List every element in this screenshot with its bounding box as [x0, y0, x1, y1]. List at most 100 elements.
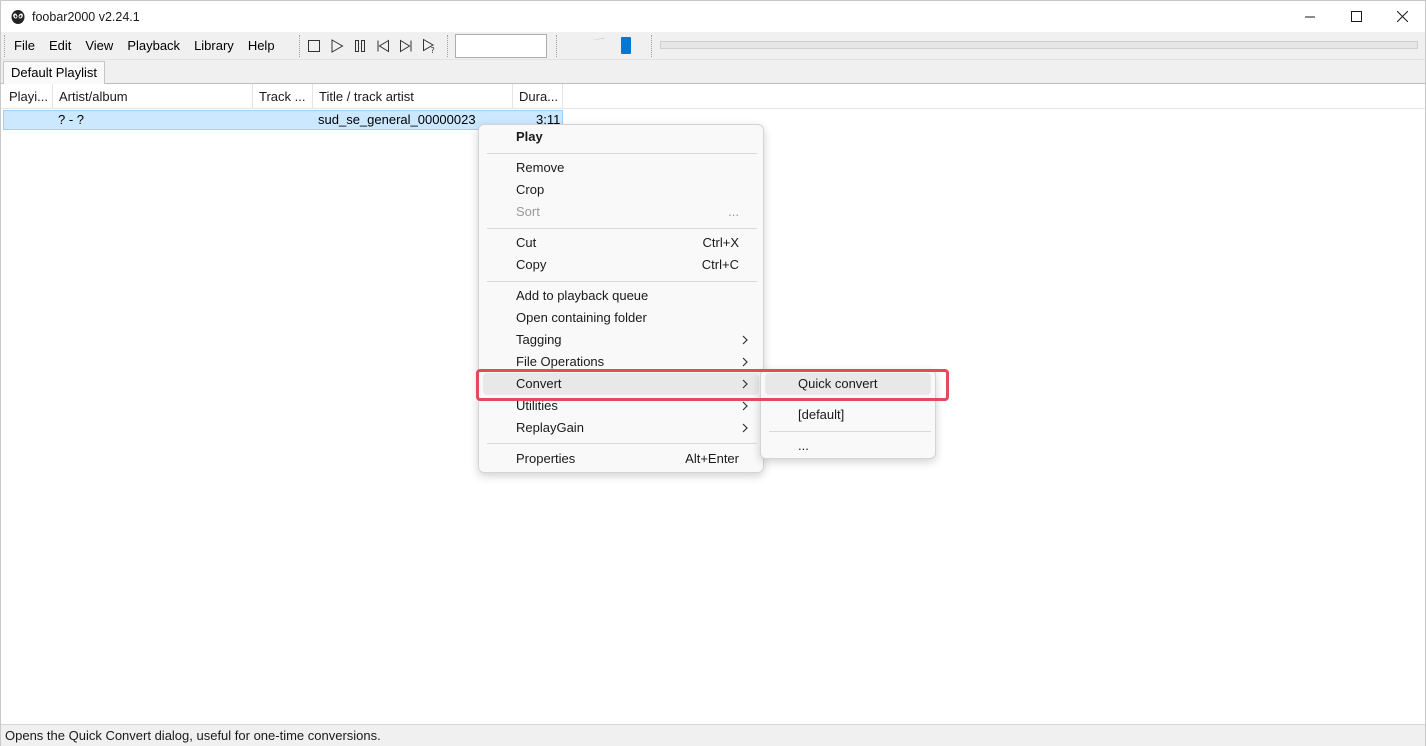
playback-order-dropdown[interactable]: [455, 34, 547, 58]
status-text: Opens the Quick Convert dialog, useful f…: [5, 728, 381, 743]
context-menu: Play Remove Crop Sort... Cut Ctrl+X Copy C…: [478, 124, 764, 473]
pause-icon: [355, 40, 365, 52]
menu-item-label: Convert: [516, 376, 562, 391]
foobar-alien-icon: [11, 9, 25, 24]
menubar-grip[interactable]: [4, 35, 6, 57]
tab-default-playlist[interactable]: Default Playlist: [3, 61, 105, 84]
menu-separator: [487, 281, 757, 282]
cell-track: [254, 111, 310, 129]
menu-item-properties[interactable]: Properties Alt+Enter: [483, 448, 759, 470]
seekbar-grip[interactable]: [651, 35, 653, 57]
chevron-right-icon: [742, 401, 748, 411]
menu-file[interactable]: File: [7, 32, 42, 60]
window-controls: [1287, 1, 1425, 32]
cell-artist-album: ? - ?: [58, 112, 85, 127]
menu-item-label: Copy: [516, 257, 547, 272]
status-bar: Opens the Quick Convert dialog, useful f…: [1, 724, 1425, 746]
play-button[interactable]: [329, 38, 345, 54]
column-artist-album[interactable]: Artist/album: [53, 84, 253, 109]
maximize-button[interactable]: [1333, 1, 1379, 32]
column-title[interactable]: Title / track artist: [313, 84, 513, 109]
menu-item-copy[interactable]: Copy Ctrl+C: [483, 254, 759, 276]
menu-item-label: Remove: [516, 160, 565, 175]
random-button[interactable]: ?: [422, 38, 438, 54]
menu-item-quick-convert[interactable]: Quick convert: [765, 373, 931, 395]
menu-playback[interactable]: Playback: [120, 32, 187, 60]
volume-grip[interactable]: [556, 35, 558, 57]
volume-thumb[interactable]: [620, 37, 631, 54]
column-duration[interactable]: Dura...: [513, 84, 563, 109]
title-bar: foobar2000 v2.24.1: [1, 1, 1425, 32]
seek-bar[interactable]: [660, 41, 1418, 49]
menu-edit[interactable]: Edit: [42, 32, 78, 60]
menu-item-label: Play: [516, 129, 543, 144]
column-track[interactable]: Track ...: [253, 84, 313, 109]
menu-item-shortcut: Ctrl+C: [701, 257, 739, 272]
menu-item-tagging[interactable]: Tagging: [483, 329, 759, 351]
menu-separator: [487, 228, 757, 229]
menu-item-label: Tagging: [516, 332, 562, 347]
menu-item-crop[interactable]: Crop: [483, 179, 759, 201]
volume-slider[interactable]: [563, 35, 639, 57]
maximize-icon: [1350, 11, 1362, 22]
minimize-icon: [1305, 16, 1315, 17]
menu-view[interactable]: View: [78, 32, 120, 60]
convert-submenu: Quick convert [default] ...: [760, 369, 936, 459]
column-header: Playi... Artist/album Track ... Title / …: [1, 84, 1425, 109]
menu-item-sort[interactable]: Sort...: [483, 201, 759, 223]
menu-item-play[interactable]: Play: [483, 126, 759, 148]
svg-text:?: ?: [431, 46, 435, 54]
cell-playing: [4, 111, 52, 129]
window-title: foobar2000 v2.24.1: [32, 9, 140, 24]
toolbar-grip[interactable]: [299, 35, 301, 57]
pause-button[interactable]: [352, 38, 368, 54]
app-window: foobar2000 v2.24.1 File Edit View Playba…: [0, 0, 1426, 746]
menu-separator: [487, 153, 757, 154]
menu-separator: [769, 431, 931, 432]
menu-item-label: Open containing folder: [516, 310, 647, 325]
minimize-button[interactable]: [1287, 1, 1333, 32]
menu-item-default-preset[interactable]: [default]: [765, 404, 931, 426]
menu-item-label: Utilities: [516, 398, 558, 413]
chevron-right-icon: [742, 379, 748, 389]
menu-item-label: Add to playback queue: [516, 288, 649, 303]
menu-item-label: Properties: [516, 451, 576, 466]
play-icon: [331, 39, 344, 53]
menu-item-label: ...: [798, 438, 809, 453]
random-icon: ?: [423, 38, 435, 54]
previous-icon: [377, 39, 389, 53]
menu-item-cut[interactable]: Cut Ctrl+X: [483, 232, 759, 254]
menu-library[interactable]: Library: [187, 32, 241, 60]
next-icon: [400, 39, 412, 53]
chevron-right-icon: [742, 423, 748, 433]
menu-item-add-to-queue[interactable]: Add to playback queue: [483, 285, 759, 307]
stop-button[interactable]: [306, 38, 322, 54]
menu-item-label: File Operations: [516, 354, 605, 369]
next-button[interactable]: [398, 38, 414, 54]
menu-item-label: Cut: [516, 235, 537, 250]
menu-item-open-folder[interactable]: Open containing folder: [483, 307, 759, 329]
menu-item-label: [default]: [798, 407, 845, 422]
menu-item-remove[interactable]: Remove: [483, 157, 759, 179]
menu-item-label: Quick convert: [798, 376, 878, 391]
menu-item-utilities[interactable]: Utilities: [483, 395, 759, 417]
menu-item-shortcut: Alt+Enter: [685, 451, 739, 466]
order-grip[interactable]: [447, 35, 449, 57]
menu-help[interactable]: Help: [241, 32, 282, 60]
menu-item-more[interactable]: ...: [765, 435, 931, 457]
menu-item-shortcut: Ctrl+X: [702, 235, 739, 250]
chevron-right-icon: [742, 335, 748, 345]
close-button[interactable]: [1379, 1, 1425, 32]
menu-item-file-operations[interactable]: File Operations: [483, 351, 759, 373]
previous-button[interactable]: [375, 38, 391, 54]
menu-separator: [487, 443, 757, 444]
menu-item-convert[interactable]: Convert: [483, 373, 759, 395]
menu-item-label: ReplayGain: [516, 420, 584, 435]
stop-icon: [308, 40, 320, 52]
menu-item-label: Sort: [516, 204, 540, 219]
column-playing[interactable]: Playi...: [3, 84, 53, 109]
menubar: File Edit View Playback Library Help: [7, 32, 282, 60]
menu-item-more: ...: [728, 204, 739, 219]
menu-item-replaygain[interactable]: ReplayGain: [483, 417, 759, 439]
menu-item-label: Crop: [516, 182, 545, 197]
